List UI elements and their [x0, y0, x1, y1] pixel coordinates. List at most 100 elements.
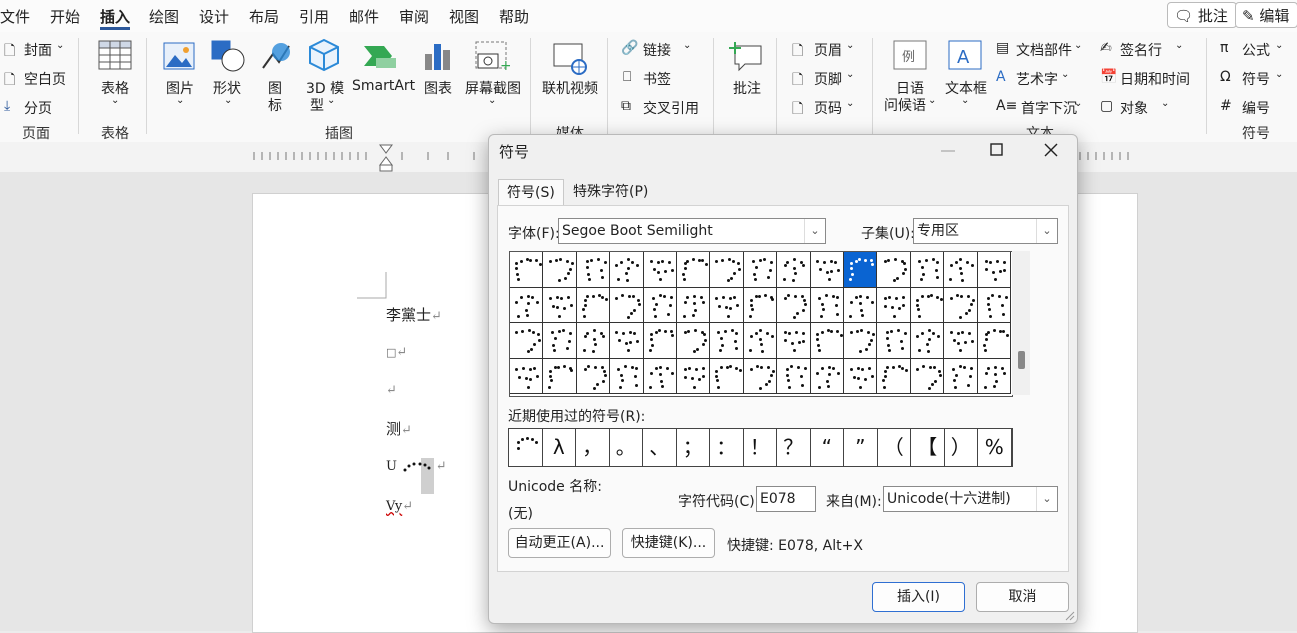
- recent-symbol-cell[interactable]: ”: [844, 429, 878, 466]
- symbol-cell[interactable]: [844, 323, 878, 359]
- symbol-cell[interactable]: [610, 287, 644, 323]
- recent-symbols-list[interactable]: λ ， 。、 ； ： ！ ？ “ ” （ 【 ）%: [508, 428, 1013, 467]
- number-button[interactable]: 编号: [1242, 98, 1270, 118]
- symbol-cell[interactable]: [877, 358, 911, 394]
- symbol-cell[interactable]: [910, 323, 945, 359]
- equation-button[interactable]: 公式: [1242, 40, 1270, 60]
- from-select[interactable]: Unicode(十六进制) ⌄: [883, 486, 1058, 512]
- menu-draw[interactable]: 绘图: [149, 6, 179, 27]
- online-video-button[interactable]: 联机视频: [542, 78, 598, 98]
- symbol-cell[interactable]: [743, 252, 778, 288]
- menu-help[interactable]: 帮助: [499, 6, 529, 27]
- symbol-cell[interactable]: [643, 287, 677, 323]
- recent-symbol-cell[interactable]: 。: [610, 429, 643, 466]
- symbol-cell[interactable]: [543, 287, 577, 323]
- symbol-cell[interactable]: [877, 252, 911, 288]
- symbol-cell[interactable]: [677, 323, 711, 359]
- recent-symbol-cell[interactable]: %: [978, 429, 1012, 466]
- doc-line-6[interactable]: Vy↵: [386, 496, 413, 514]
- doc-line-1[interactable]: 李黨士↵: [386, 304, 442, 325]
- indent-marker-icon[interactable]: [379, 144, 393, 172]
- cover-page-button[interactable]: 封面: [24, 40, 52, 60]
- symbol-cell[interactable]: [810, 252, 844, 288]
- recent-symbol-cell[interactable]: ：: [710, 429, 744, 466]
- symbol-cell[interactable]: [510, 252, 544, 288]
- symbol-cell[interactable]: [510, 358, 544, 394]
- chart-button[interactable]: 图表: [424, 78, 452, 98]
- tab-special-characters[interactable]: 特殊字符(P): [565, 179, 656, 205]
- subset-select[interactable]: 专用区 ⌄: [913, 218, 1058, 244]
- symbol-cell[interactable]: [743, 358, 778, 394]
- symbol-cell[interactable]: [543, 358, 577, 394]
- tab-symbols[interactable]: 符号(S): [498, 179, 564, 206]
- symbol-cell[interactable]: [877, 323, 911, 359]
- symbol-cell[interactable]: [710, 287, 744, 323]
- doc-line-3[interactable]: ↵: [386, 380, 397, 398]
- page-break-button[interactable]: 分页: [24, 98, 52, 118]
- symbol-cell[interactable]: [743, 323, 778, 359]
- symbol-cell[interactable]: [710, 358, 744, 394]
- symbol-cell[interactable]: [844, 252, 878, 288]
- symbol-cell[interactable]: [844, 358, 878, 394]
- symbol-cell[interactable]: [977, 287, 1011, 323]
- symbol-cell[interactable]: [944, 323, 978, 359]
- signature-line-button[interactable]: 签名行: [1120, 40, 1162, 60]
- doc-line-5[interactable]: U ↵: [386, 456, 447, 496]
- menu-file[interactable]: 文件: [0, 6, 30, 27]
- menu-mailings[interactable]: 邮件: [349, 6, 379, 27]
- blank-page-button[interactable]: 空白页: [24, 69, 66, 89]
- symbol-cell[interactable]: [844, 287, 878, 323]
- symbol-cell[interactable]: [743, 287, 778, 323]
- symbol-cell[interactable]: [777, 252, 811, 288]
- resize-grip-icon[interactable]: [1063, 609, 1075, 621]
- symbol-cell[interactable]: [977, 358, 1011, 394]
- recent-symbol-cell[interactable]: [509, 429, 543, 466]
- symbol-cell[interactable]: [610, 323, 644, 359]
- recent-symbol-cell[interactable]: ？: [777, 429, 811, 466]
- symbol-cell[interactable]: [576, 252, 611, 288]
- doc-line-2[interactable]: □↵: [386, 342, 407, 360]
- recent-symbol-cell[interactable]: 【: [911, 429, 945, 466]
- recent-symbol-cell[interactable]: λ: [543, 429, 576, 466]
- link-button[interactable]: 链接: [643, 40, 671, 60]
- date-time-button[interactable]: 日期和时间: [1120, 69, 1190, 89]
- symbol-cell[interactable]: [910, 287, 945, 323]
- wordart-button[interactable]: 艺术字: [1016, 69, 1058, 89]
- new-comment-button[interactable]: 批注: [733, 78, 761, 98]
- font-select[interactable]: Segoe Boot Semilight ⌄: [558, 218, 826, 244]
- symbol-cell[interactable]: [677, 252, 711, 288]
- footer-button[interactable]: 页脚: [814, 69, 842, 89]
- symbol-cell[interactable]: [777, 287, 811, 323]
- menu-home[interactable]: 开始: [50, 6, 80, 27]
- symbol-cell[interactable]: [777, 358, 811, 394]
- symbol-cell[interactable]: [777, 323, 811, 359]
- menu-insert[interactable]: 插入: [100, 6, 130, 27]
- doc-line-4[interactable]: 测↵: [386, 418, 412, 439]
- symbol-cell[interactable]: [643, 358, 677, 394]
- symbol-cell[interactable]: [710, 323, 744, 359]
- bookmark-button[interactable]: 书签: [643, 69, 671, 89]
- menu-references[interactable]: 引用: [299, 6, 329, 27]
- symbol-cell[interactable]: [944, 358, 978, 394]
- symbol-grid-scrollbar[interactable]: [1012, 251, 1030, 395]
- menu-layout[interactable]: 布局: [249, 6, 279, 27]
- recent-symbol-cell[interactable]: ！: [744, 429, 777, 466]
- symbol-cell[interactable]: [677, 358, 711, 394]
- symbol-cell[interactable]: [643, 323, 677, 359]
- close-icon[interactable]: [1044, 143, 1058, 157]
- recent-symbol-cell[interactable]: （: [878, 429, 911, 466]
- scrollbar-thumb[interactable]: [1018, 351, 1025, 369]
- recent-symbol-cell[interactable]: ）: [945, 429, 978, 466]
- symbol-cell[interactable]: [510, 323, 544, 359]
- symbol-cell[interactable]: [677, 287, 711, 323]
- symbol-cell[interactable]: [576, 323, 611, 359]
- symbol-cell[interactable]: [877, 287, 911, 323]
- object-button[interactable]: 对象: [1120, 98, 1148, 118]
- symbol-cell[interactable]: [576, 287, 611, 323]
- symbol-cell[interactable]: [977, 323, 1011, 359]
- smartart-button[interactable]: SmartArt: [352, 78, 415, 94]
- cancel-button[interactable]: 取消: [976, 582, 1069, 612]
- drop-cap-button[interactable]: 首字下沉: [1021, 98, 1077, 118]
- symbol-cell[interactable]: [543, 323, 577, 359]
- symbol-button[interactable]: 符号: [1242, 69, 1270, 89]
